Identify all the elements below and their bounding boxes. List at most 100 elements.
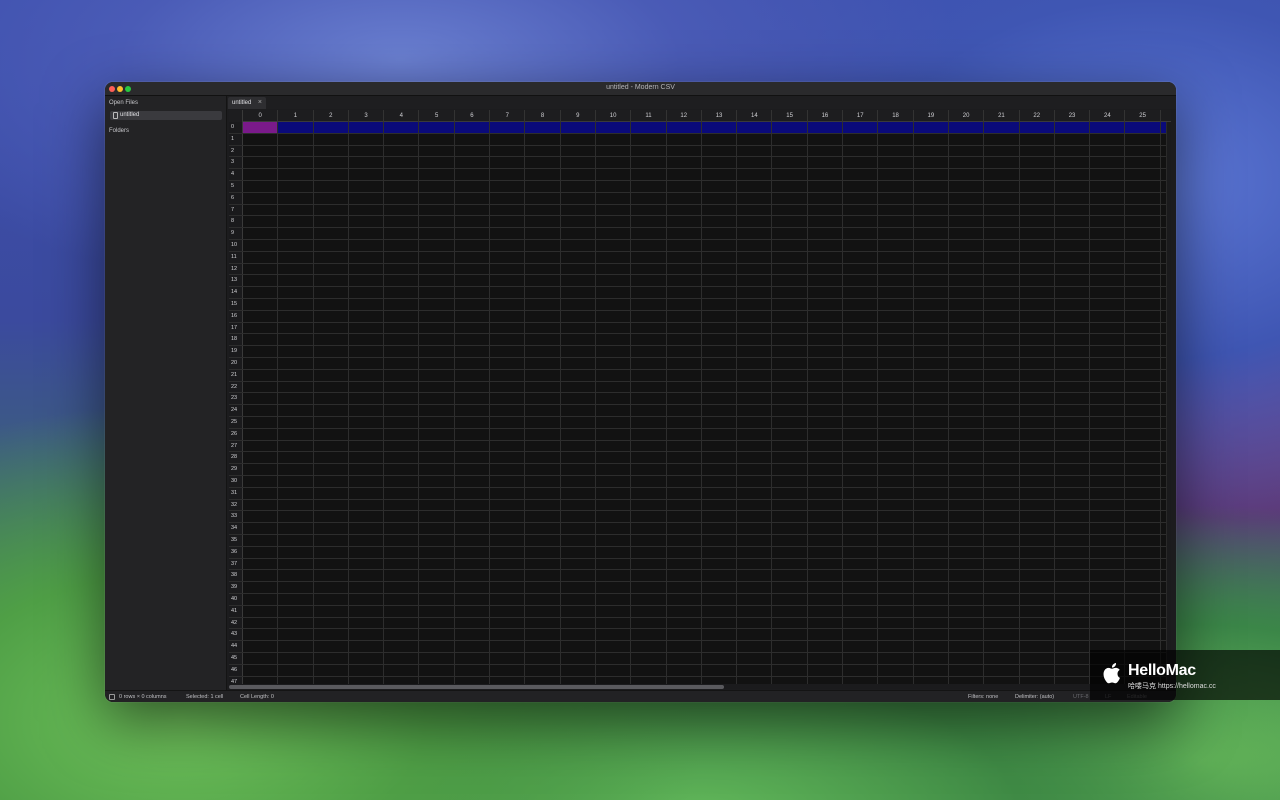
table-cell[interactable]: [949, 287, 985, 298]
table-cell[interactable]: [808, 570, 844, 582]
table-cell[interactable]: [1126, 487, 1161, 499]
table-cell[interactable]: [949, 192, 985, 204]
table-cell[interactable]: [878, 369, 914, 381]
table-cell[interactable]: [490, 570, 526, 582]
table-cell[interactable]: [949, 499, 985, 511]
table-cell[interactable]: [1090, 228, 1126, 239]
table-cell[interactable]: [1055, 417, 1091, 428]
column-header[interactable]: 19: [914, 110, 949, 122]
table-cell[interactable]: [420, 594, 455, 605]
table-cell[interactable]: [420, 157, 455, 169]
table-cell[interactable]: [1090, 334, 1126, 346]
table-cell[interactable]: [949, 299, 985, 310]
table-cell[interactable]: [878, 251, 914, 263]
table-cell[interactable]: [984, 122, 1020, 133]
table-cell[interactable]: [384, 310, 420, 322]
table-cell[interactable]: [561, 299, 596, 310]
table-cell[interactable]: [702, 322, 738, 334]
table-cell[interactable]: [278, 452, 314, 464]
row-header[interactable]: 36: [229, 546, 243, 558]
table-cell[interactable]: [596, 594, 632, 605]
table-cell[interactable]: [243, 263, 279, 275]
column-header[interactable]: 5: [420, 110, 455, 122]
table-cell[interactable]: [1020, 228, 1055, 239]
table-cell[interactable]: [843, 181, 879, 192]
table-cell[interactable]: [243, 287, 279, 298]
table-cell[interactable]: [667, 216, 702, 228]
table-cell[interactable]: [1090, 464, 1126, 475]
table-cell[interactable]: [773, 523, 808, 534]
table-cell[interactable]: [561, 487, 596, 499]
table-cell[interactable]: [737, 664, 773, 676]
table-cell[interactable]: [243, 275, 279, 287]
table-cell[interactable]: [949, 369, 985, 381]
table-cell[interactable]: [914, 287, 949, 298]
table-cell[interactable]: [278, 417, 314, 428]
table-cell[interactable]: [561, 582, 596, 593]
table-cell[interactable]: [878, 145, 914, 157]
table-cell[interactable]: [349, 523, 385, 534]
table-cell[interactable]: [914, 122, 949, 133]
row-header[interactable]: 1: [229, 133, 243, 145]
table-cell[interactable]: [984, 287, 1020, 298]
table-cell[interactable]: [314, 133, 349, 145]
table-cell[interactable]: [243, 369, 279, 381]
table-cell[interactable]: [949, 582, 985, 593]
table-cell[interactable]: [843, 322, 879, 334]
table-cell[interactable]: [878, 629, 914, 641]
table-cell[interactable]: [243, 428, 279, 440]
table-cell[interactable]: [1090, 287, 1126, 298]
table-cell[interactable]: [984, 240, 1020, 251]
table-cell[interactable]: [490, 653, 526, 664]
table-cell[interactable]: [914, 393, 949, 405]
table-cell[interactable]: [773, 122, 808, 133]
table-cell[interactable]: [808, 334, 844, 346]
table-cell[interactable]: [737, 464, 773, 475]
table-cell[interactable]: [596, 664, 632, 676]
table-cell[interactable]: [843, 546, 879, 558]
grid-corner[interactable]: [229, 110, 243, 122]
table-cell[interactable]: [808, 487, 844, 499]
table-cell[interactable]: [878, 358, 914, 369]
column-header[interactable]: 22: [1020, 110, 1055, 122]
table-cell[interactable]: [737, 275, 773, 287]
table-cell[interactable]: [984, 476, 1020, 487]
table-cell[interactable]: [384, 122, 420, 133]
table-cell[interactable]: [702, 181, 738, 192]
table-cell[interactable]: [278, 133, 314, 145]
table-cell[interactable]: [808, 393, 844, 405]
table-cell[interactable]: [349, 641, 385, 652]
table-cell[interactable]: [278, 299, 314, 310]
table-cell[interactable]: [596, 358, 632, 369]
table-cell[interactable]: [984, 145, 1020, 157]
column-header[interactable]: 17: [843, 110, 879, 122]
table-cell[interactable]: [314, 476, 349, 487]
table-cell[interactable]: [525, 275, 561, 287]
table-cell[interactable]: [949, 653, 985, 664]
table-cell[interactable]: [384, 641, 420, 652]
table-cell[interactable]: [596, 558, 632, 570]
row-header[interactable]: 34: [229, 523, 243, 534]
table-cell[interactable]: [384, 664, 420, 676]
table-cell[interactable]: [984, 511, 1020, 523]
table-cell[interactable]: [596, 251, 632, 263]
table-cell[interactable]: [843, 275, 879, 287]
table-cell[interactable]: [243, 251, 279, 263]
table-cell[interactable]: [596, 511, 632, 523]
table-cell[interactable]: [525, 464, 561, 475]
table-cell[interactable]: [1090, 523, 1126, 534]
column-header[interactable]: 10: [596, 110, 632, 122]
table-cell[interactable]: [737, 181, 773, 192]
table-cell[interactable]: [384, 240, 420, 251]
table-cell[interactable]: [914, 263, 949, 275]
table-cell[interactable]: [878, 263, 914, 275]
table-cell[interactable]: [808, 629, 844, 641]
table-cell[interactable]: [984, 405, 1020, 416]
table-cell[interactable]: [278, 334, 314, 346]
table-cell[interactable]: [667, 440, 702, 452]
table-cell[interactable]: [843, 511, 879, 523]
table-cell[interactable]: [349, 369, 385, 381]
table-cell[interactable]: [561, 346, 596, 357]
table-cell[interactable]: [561, 464, 596, 475]
column-header[interactable]: 25: [1126, 110, 1161, 122]
